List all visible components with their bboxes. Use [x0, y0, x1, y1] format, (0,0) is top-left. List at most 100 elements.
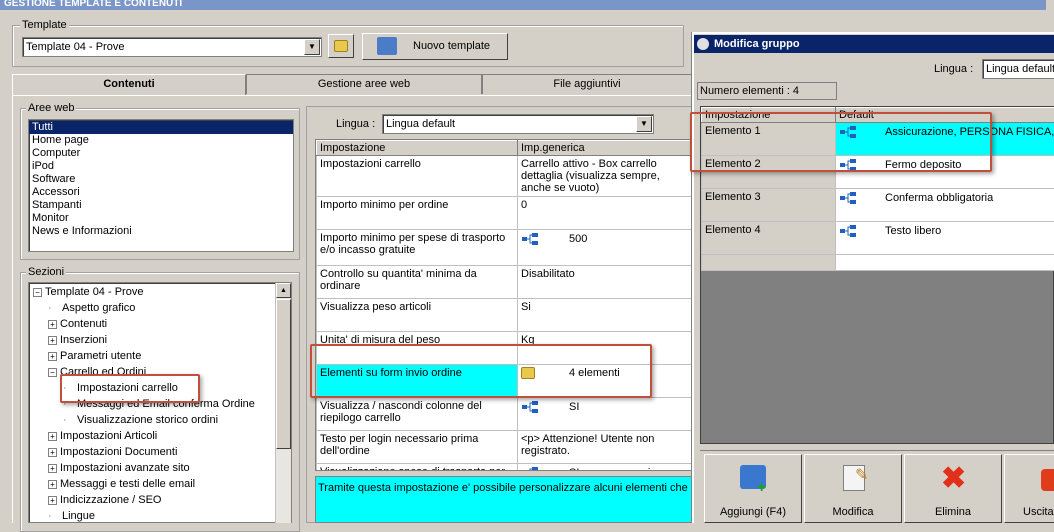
- list-item[interactable]: Accessori: [29, 186, 293, 199]
- dialog-lingua-value: Lingua default: [986, 63, 1054, 75]
- element-value[interactable]: Conferma obbligatoria: [836, 189, 1054, 222]
- tab-gestione-aree-web[interactable]: Gestione aree web: [246, 74, 482, 94]
- collapse-icon[interactable]: −: [48, 368, 57, 377]
- sezioni-scrollbar[interactable]: ▲: [275, 283, 291, 523]
- expand-icon[interactable]: +: [48, 432, 57, 441]
- setting-name: Visualizza peso articoli: [317, 299, 518, 332]
- tree-item[interactable]: +Impostazioni Articoli: [29, 428, 291, 444]
- settings-lingua-select[interactable]: Lingua default: [382, 114, 654, 134]
- callout-elementi-form: [310, 344, 652, 398]
- tree-item[interactable]: +Contenuti: [29, 316, 291, 332]
- expand-icon[interactable]: +: [48, 496, 57, 505]
- tree-item-label: Lingue: [62, 510, 95, 522]
- setting-value[interactable]: SI: [518, 398, 693, 431]
- modifica-button[interactable]: ✎ Modifica: [804, 454, 902, 523]
- setting-value[interactable]: Si: [518, 299, 693, 332]
- table-row[interactable]: Importo minimo per spese di trasporto e/…: [317, 230, 693, 266]
- expand-icon[interactable]: +: [48, 336, 57, 345]
- uscita-button[interactable]: Uscita: [1004, 454, 1054, 523]
- tree-item-label: Contenuti: [60, 318, 107, 330]
- expand-icon[interactable]: +: [48, 480, 57, 489]
- settings-lingua-arrow[interactable]: ▼: [636, 116, 652, 132]
- tree-structure-icon: [521, 400, 539, 414]
- sezioni-label: Sezioni: [26, 266, 66, 278]
- tree-item-label: Parametri utente: [60, 350, 141, 362]
- settings-grid[interactable]: Impostazione Imp.generica Impostazioni c…: [315, 139, 692, 471]
- tree-item[interactable]: +Impostazioni Documenti: [29, 444, 291, 460]
- tree-item[interactable]: +Impostazioni avanzate sito: [29, 460, 291, 476]
- expand-icon[interactable]: +: [48, 448, 57, 457]
- delete-icon: ✖: [941, 461, 966, 496]
- table-row[interactable]: Visualizza peso articoliSi: [317, 299, 693, 332]
- setting-value[interactable]: Disabilitato: [518, 266, 693, 299]
- tree-line-icon: ·: [63, 412, 77, 428]
- settings-lingua-label: Lingua :: [336, 118, 375, 130]
- element-value-text: Conferma obbligatoria: [885, 192, 993, 204]
- table-row[interactable]: Visualizzazione spese di trasporto perSI…: [317, 464, 693, 472]
- scroll-up-arrow-icon[interactable]: ▲: [276, 283, 291, 298]
- window-corner: [1046, 0, 1054, 10]
- list-item[interactable]: Computer: [29, 147, 293, 160]
- tree-item[interactable]: ·Lingue: [29, 508, 291, 523]
- tree-item-label: Indicizzazione / SEO: [60, 494, 162, 506]
- list-item[interactable]: Software: [29, 173, 293, 186]
- table-row[interactable]: Testo per login necessario prima dell'or…: [317, 431, 693, 464]
- dialog-lingua-select[interactable]: Lingua default: [982, 59, 1054, 79]
- tree-item-label: Impostazioni Articoli: [60, 430, 157, 442]
- tree-structure-icon: [839, 224, 857, 238]
- setting-name: Importo minimo per spese di trasporto e/…: [317, 230, 518, 266]
- dialog-title-bar: Modifica gruppo: [694, 35, 1054, 53]
- setting-name: Impostazioni carrello: [317, 156, 518, 197]
- numero-elementi-text: Numero elementi : 4: [700, 85, 799, 97]
- table-row[interactable]: Visualizza / nascondi colonne del riepil…: [317, 398, 693, 431]
- table-row[interactable]: Elemento 3Conferma obbligatoria: [702, 189, 1054, 222]
- dialog-lingua-label: Lingua :: [934, 63, 973, 75]
- list-item[interactable]: Tutti: [29, 121, 293, 134]
- setting-value[interactable]: SI con messaggio: [518, 464, 693, 472]
- elimina-button[interactable]: ✖ Elimina: [904, 454, 1002, 523]
- template-select-arrow[interactable]: ▼: [304, 39, 320, 55]
- folder-icon: [334, 40, 348, 52]
- aggiungi-button[interactable]: + Aggiungi (F4): [704, 454, 802, 523]
- new-template-icon: [377, 37, 397, 55]
- scroll-thumb[interactable]: [276, 299, 291, 449]
- tree-item[interactable]: ·Visualizzazione storico ordini: [29, 412, 291, 428]
- setting-value[interactable]: Carrello attivo - Box carrello dettaglia…: [518, 156, 693, 197]
- collapse-icon[interactable]: −: [33, 288, 42, 297]
- aree-web-list[interactable]: Tutti Home page Computer iPod Software A…: [28, 119, 294, 252]
- setting-value[interactable]: 500: [518, 230, 693, 266]
- table-row[interactable]: Elemento 4Testo libero: [702, 222, 1054, 255]
- tree-item[interactable]: −Template 04 - Prove: [29, 284, 291, 300]
- setting-value-text: 500: [569, 233, 587, 245]
- element-value[interactable]: Testo libero: [836, 222, 1054, 255]
- tree-item[interactable]: ·Aspetto grafico: [29, 300, 291, 316]
- open-folder-button[interactable]: [328, 34, 354, 58]
- setting-name-text: Visualizza / nascondi colonne del riepil…: [320, 400, 482, 424]
- list-item[interactable]: Stampanti: [29, 199, 293, 212]
- list-item[interactable]: Home page: [29, 134, 293, 147]
- tree-item[interactable]: +Indicizzazione / SEO: [29, 492, 291, 508]
- expand-icon[interactable]: +: [48, 352, 57, 361]
- tab-contenuti[interactable]: Contenuti: [12, 74, 246, 96]
- tree-item[interactable]: +Parametri utente: [29, 348, 291, 364]
- tree-item-label: Impostazioni avanzate sito: [60, 462, 190, 474]
- settings-table: Impostazione Imp.generica Impostazioni c…: [316, 140, 692, 471]
- list-item[interactable]: iPod: [29, 160, 293, 173]
- expand-icon[interactable]: +: [48, 464, 57, 473]
- table-row[interactable]: Importo minimo per ordine0: [317, 197, 693, 230]
- tree-item[interactable]: +Inserzioni: [29, 332, 291, 348]
- setting-value[interactable]: 0: [518, 197, 693, 230]
- tab-file-aggiuntivi[interactable]: File aggiuntivi: [482, 74, 692, 94]
- tree-item-label: Inserzioni: [60, 334, 107, 346]
- callout-elemento-1: [690, 112, 992, 172]
- list-item[interactable]: News e Informazioni: [29, 225, 293, 238]
- new-template-button[interactable]: Nuovo template: [362, 33, 508, 60]
- table-row[interactable]: Controllo su quantita' minima da ordinar…: [317, 266, 693, 299]
- tree-item[interactable]: +Messaggi e testi delle email: [29, 476, 291, 492]
- setting-name-text: Impostazioni carrello: [320, 158, 421, 170]
- list-item[interactable]: Monitor: [29, 212, 293, 225]
- expand-icon[interactable]: +: [48, 320, 57, 329]
- setting-value[interactable]: <p> Attenzione! Utente non registrato.: [518, 431, 693, 464]
- table-row[interactable]: Impostazioni carrello Carrello attivo - B…: [317, 156, 693, 197]
- template-select[interactable]: Template 04 - Prove: [22, 37, 322, 57]
